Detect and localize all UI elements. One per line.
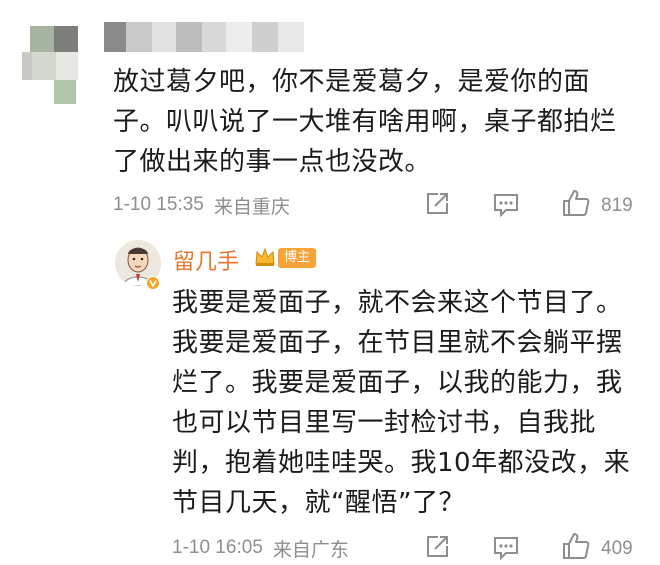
like-icon[interactable]	[561, 188, 591, 218]
reply-time: 1-10 16:05	[172, 537, 263, 558]
reply-comment-icon[interactable]	[492, 535, 520, 561]
reply-text: 我要是爱面子，就不会来这个节目了。我要是爱面子，在节目里就不会躺平摆烂了。我要是…	[172, 288, 631, 518]
reply-location: 来自广东	[272, 538, 349, 561]
reply-username[interactable]: 留几手	[173, 244, 239, 276]
commenter-name-blurred[interactable]	[104, 22, 304, 52]
reply-like-icon[interactable]	[561, 531, 591, 561]
reply-meta: 1-10 16:05 来自广东	[172, 533, 349, 563]
comment-time: 1-10 15:35	[113, 194, 204, 215]
comment-meta: 1-10 15:35 来自重庆	[113, 190, 290, 220]
share-icon[interactable]	[424, 191, 450, 217]
comment-icon[interactable]	[492, 192, 520, 218]
blogger-badge: 博主	[278, 248, 317, 268]
crown-icon	[255, 247, 275, 266]
reply-like-count: 409	[601, 538, 633, 559]
verified-v-icon	[146, 276, 160, 290]
comment-like-count: 819	[601, 195, 633, 216]
reply-share-icon[interactable]	[424, 534, 450, 560]
commenter-avatar-blurred[interactable]	[22, 26, 80, 106]
comment-text: 放过葛夕吧，你不是爱葛夕，是爱你的面子。叭叭说了一大堆有啥用啊，桌子都拍烂了做出…	[113, 67, 617, 177]
comment-location: 来自重庆	[213, 195, 290, 218]
